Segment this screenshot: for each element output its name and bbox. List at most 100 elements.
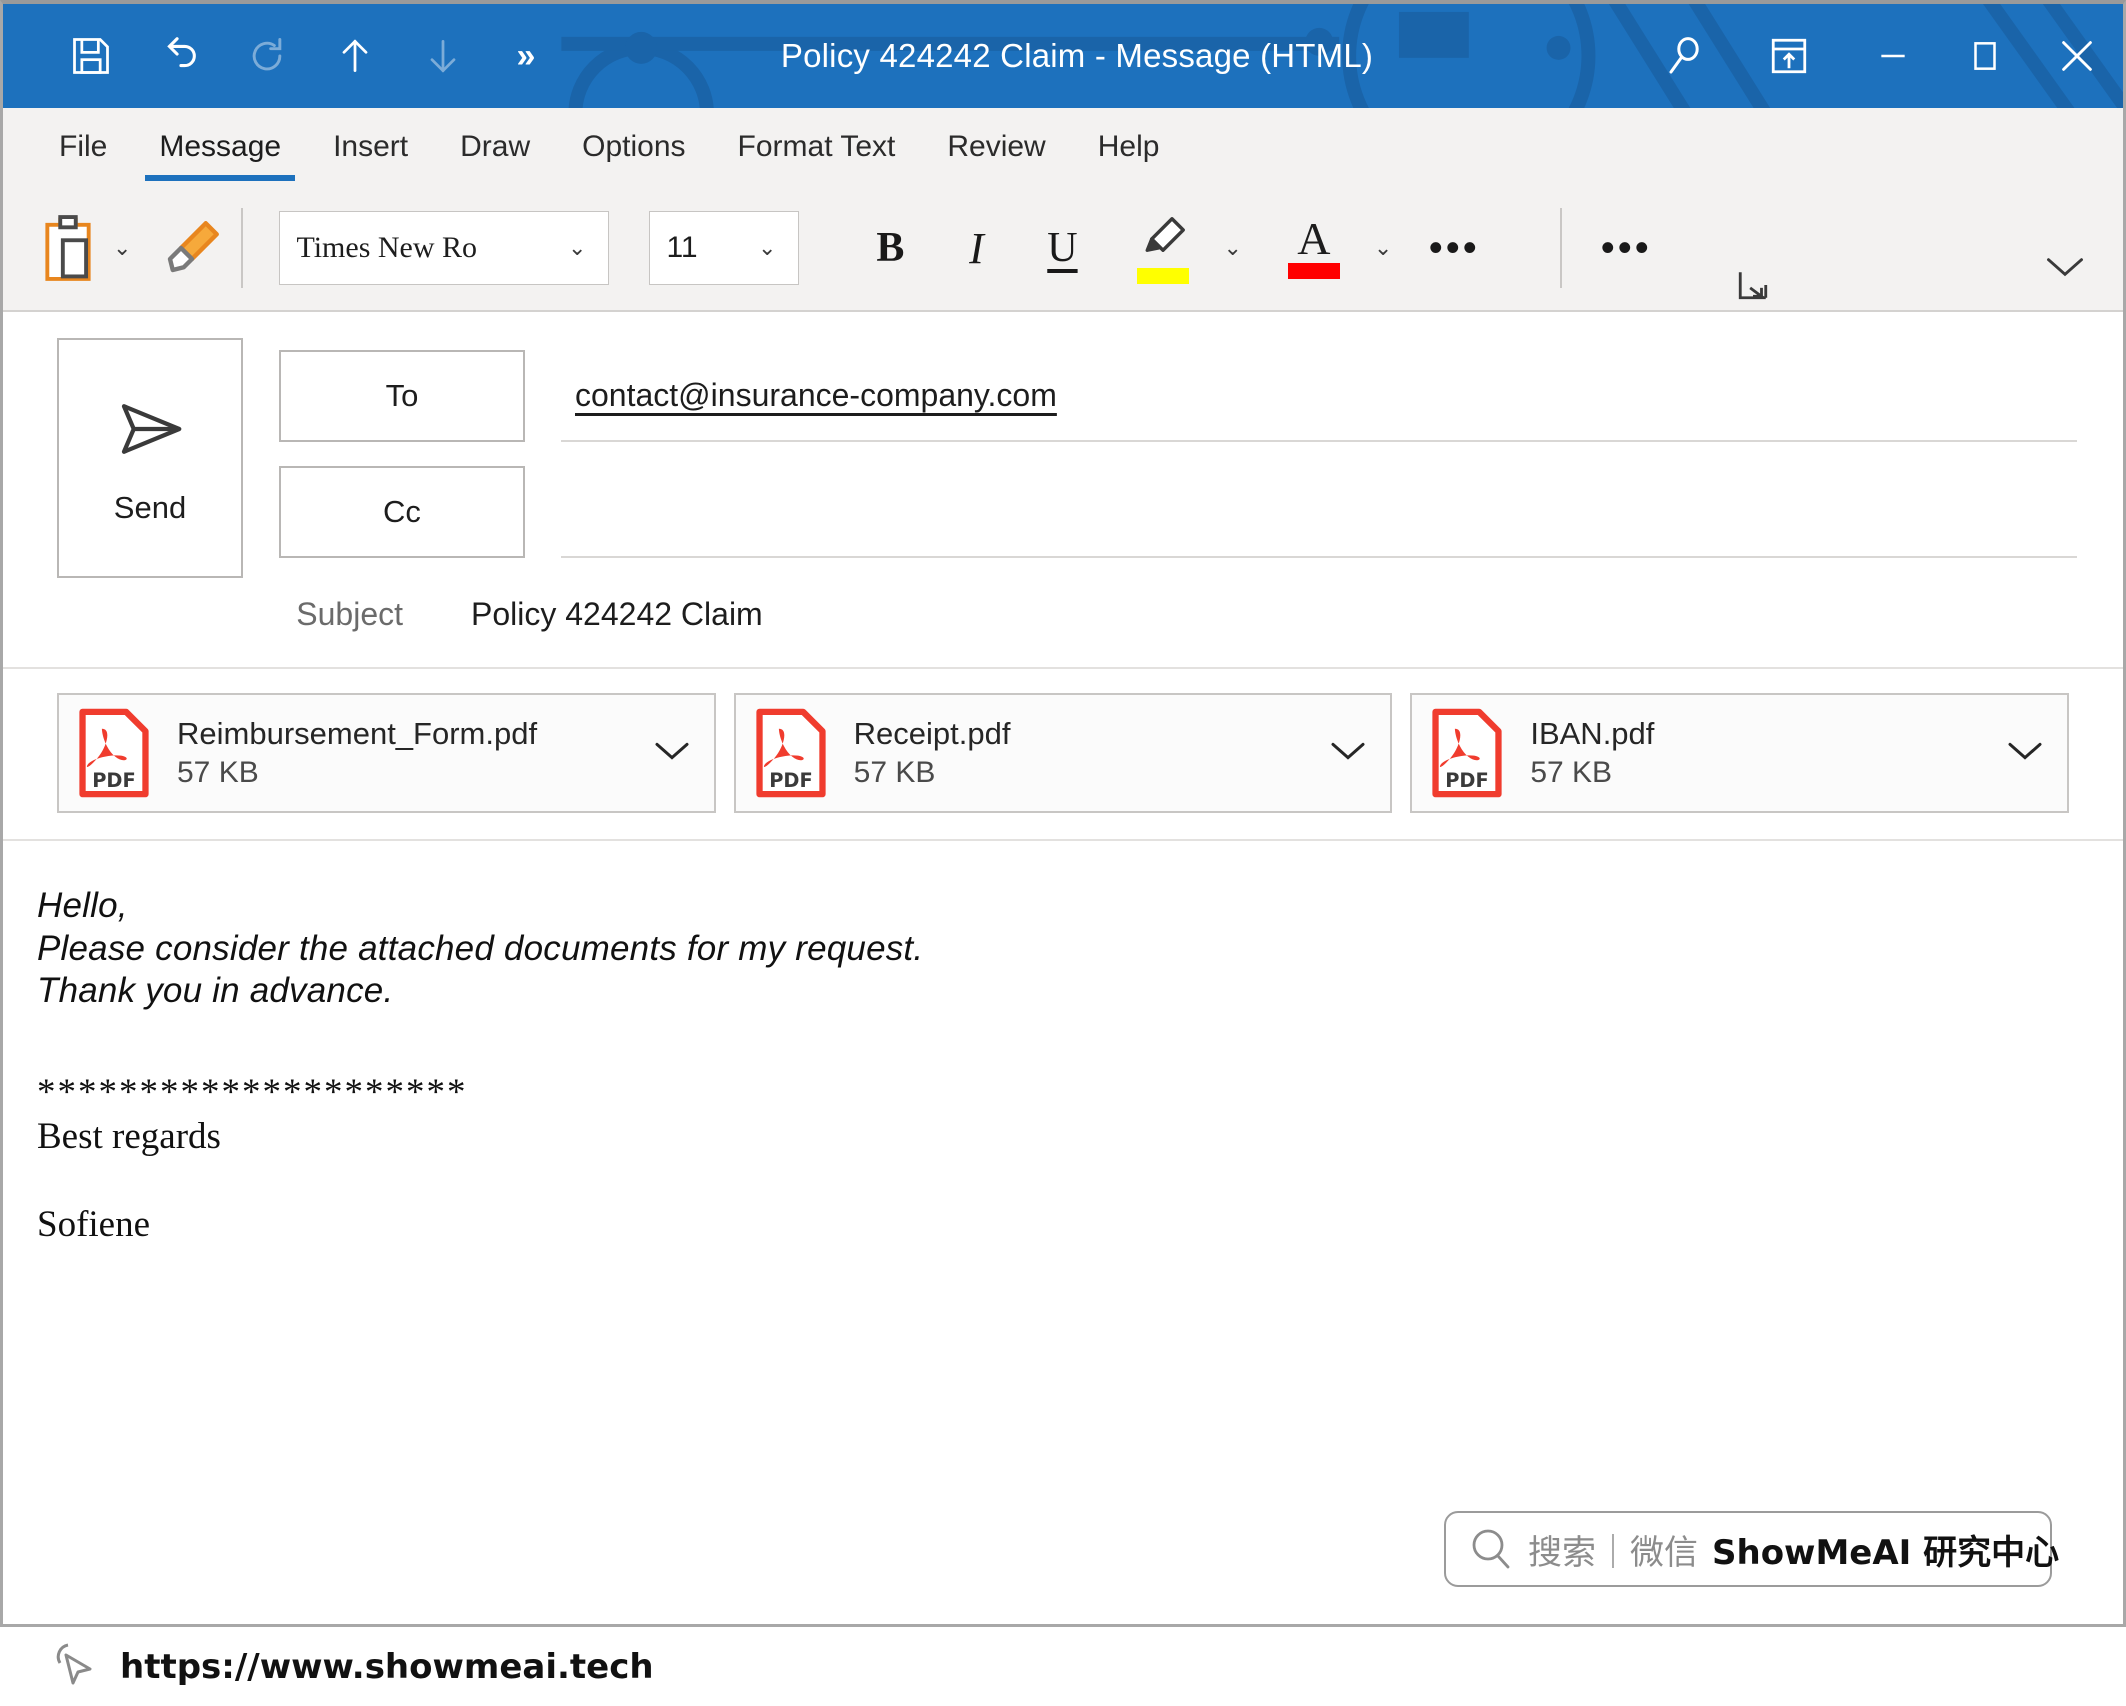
subject-label: Subject [296, 596, 403, 632]
ribbon-tab-strip: File Message Insert Draw Options Format … [3, 108, 2123, 186]
signature-separator: ********************* [37, 1072, 468, 1114]
tab-label: Insert [333, 129, 409, 163]
send-button-label: Send [113, 490, 187, 525]
watermark-brand-text: ShowMeAI 研究中心 [1712, 1532, 2060, 1573]
watermark-search-text: 搜索｜微信 [1528, 1532, 1698, 1573]
subject-input[interactable]: Policy 424242 Claim [457, 596, 763, 633]
font-dialog-launcher-icon[interactable] [1735, 268, 1771, 302]
minimize-icon[interactable] [1847, 4, 1939, 108]
attachment-name: Receipt.pdf [853, 716, 1011, 751]
font-name-value: Times New Ro [296, 231, 478, 264]
body-line-request: Please consider the attached documents f… [37, 928, 924, 968]
save-icon[interactable] [47, 16, 135, 96]
bold-button[interactable]: B [847, 203, 933, 293]
tab-file[interactable]: File [33, 108, 133, 185]
highlight-dropdown-icon[interactable]: ⌄ [1209, 237, 1255, 259]
collapse-ribbon-icon[interactable] [2043, 252, 2087, 287]
attachment-dropdown-icon[interactable] [2005, 738, 2051, 769]
attachment-item[interactable]: PDF IBAN.pdf 57 KB [1410, 693, 2070, 813]
pdf-file-icon: PDF [756, 708, 826, 798]
tab-insert[interactable]: Insert [307, 108, 434, 185]
font-name-combobox[interactable]: Times New Ro ⌄ [279, 211, 610, 285]
signature-signoff: Best regards [37, 1116, 221, 1158]
tab-review[interactable]: Review [921, 108, 1071, 185]
tab-draw[interactable]: Draw [434, 108, 556, 185]
body-line-thanks: Thank you in advance. [37, 971, 394, 1011]
ribbon-display-options-icon[interactable] [1731, 4, 1847, 108]
to-field[interactable]: contact@insurance-company.com [561, 350, 2077, 442]
font-name-dropdown-icon[interactable]: ⌄ [554, 237, 600, 259]
tab-label: Help [1097, 129, 1160, 163]
previous-item-icon[interactable] [311, 16, 399, 96]
tab-options[interactable]: Options [556, 108, 711, 185]
attachment-item[interactable]: PDF Reimbursement_Form.pdf 57 KB [57, 693, 716, 813]
maximize-icon[interactable] [1939, 4, 2031, 108]
attachment-dropdown-icon[interactable] [652, 738, 698, 769]
quick-access-toolbar [3, 16, 487, 96]
redo-icon [223, 16, 311, 96]
font-size-dropdown-icon[interactable]: ⌄ [744, 237, 790, 259]
font-color-glyph: A [1297, 213, 1331, 265]
font-size-value: 11 [666, 231, 698, 264]
tab-label: Format Text [737, 129, 896, 163]
footer-url: https://www.showmeai.tech [120, 1646, 654, 1687]
tab-label: Message [159, 129, 282, 163]
quick-access-overflow-icon[interactable]: » [495, 16, 555, 96]
body-line-greeting: Hello, [37, 886, 128, 925]
paste-dropdown-icon[interactable]: ⌄ [99, 237, 145, 259]
attachment-size: 57 KB [177, 756, 259, 789]
undo-icon[interactable] [135, 16, 223, 96]
font-color-dropdown-icon[interactable]: ⌄ [1360, 237, 1406, 259]
tab-format-text[interactable]: Format Text [712, 108, 922, 185]
font-size-combobox[interactable]: 11 ⌄ [649, 211, 800, 285]
next-item-icon [399, 16, 487, 96]
svg-text:PDF: PDF [92, 769, 135, 792]
signature-name: Sofiene [37, 1204, 151, 1246]
text-highlight-color-button[interactable] [1117, 200, 1209, 296]
cc-field[interactable] [561, 466, 2077, 558]
to-button[interactable]: To [279, 350, 525, 442]
title-bar: » Policy 424242 Claim - Message (HTML) [3, 4, 2123, 108]
attachment-name: Reimbursement_Form.pdf [177, 716, 538, 751]
tab-help[interactable]: Help [1072, 108, 1186, 185]
attachment-list: PDF Reimbursement_Form.pdf 57 KB PDF Rec [3, 669, 2123, 841]
send-button[interactable]: Send [57, 338, 243, 578]
svg-text:PDF: PDF [769, 769, 812, 792]
pdf-file-icon: PDF [79, 708, 149, 798]
font-color-button[interactable]: A [1268, 200, 1360, 296]
underline-button[interactable]: U [1019, 203, 1105, 293]
tab-label: Options [582, 129, 686, 163]
attachment-name: IBAN.pdf [1530, 716, 1655, 751]
window-title: Policy 424242 Claim - Message (HTML) [780, 37, 1374, 74]
outlook-compose-window: » Policy 424242 Claim - Message (HTML) F… [0, 0, 2126, 1706]
to-button-label: To [385, 378, 419, 413]
message-window: » Policy 424242 Claim - Message (HTML) F… [0, 0, 2126, 1627]
recipient-fields: contact@insurance-company.com [561, 338, 2077, 578]
footer-bar: https://www.showmeai.tech [0, 1627, 2126, 1706]
cc-button[interactable]: Cc [279, 466, 525, 558]
close-icon[interactable] [2031, 4, 2123, 108]
attachment-size: 57 KB [853, 756, 936, 789]
message-body[interactable]: Hello, Please consider the attached docu… [3, 841, 2123, 1521]
paste-button[interactable] [37, 185, 99, 311]
ribbon-overflow-button[interactable]: ••• [1578, 203, 1674, 293]
ribbon-toolbar: ⌄ Times New Ro ⌄ 11 ⌄ B I U ⌄ A ⌄ ••• ••… [3, 186, 2123, 312]
italic-button[interactable]: I [933, 203, 1019, 293]
cursor-icon [56, 1643, 92, 1684]
format-painter-button[interactable] [159, 185, 225, 311]
subject-row: Subject Policy 424242 Claim [3, 578, 2123, 667]
search-icon[interactable] [1639, 4, 1731, 108]
attachment-dropdown-icon[interactable] [1328, 738, 1374, 769]
toolbar-separator-2 [1560, 208, 1563, 288]
tab-message[interactable]: Message [133, 108, 307, 185]
tab-label: Review [947, 129, 1046, 163]
more-formatting-button[interactable]: ••• [1406, 203, 1502, 293]
watermark-badge: 搜索｜微信 ShowMeAI 研究中心 [1444, 1511, 2059, 1587]
address-buttons: To Cc [279, 338, 525, 578]
font-color-swatch [1287, 262, 1340, 279]
search-icon [1472, 1529, 1510, 1569]
toolbar-separator [241, 208, 244, 288]
attachment-size: 57 KB [1530, 756, 1613, 789]
attachment-item[interactable]: PDF Receipt.pdf 57 KB [733, 693, 1393, 813]
svg-text:PDF: PDF [1446, 769, 1489, 792]
